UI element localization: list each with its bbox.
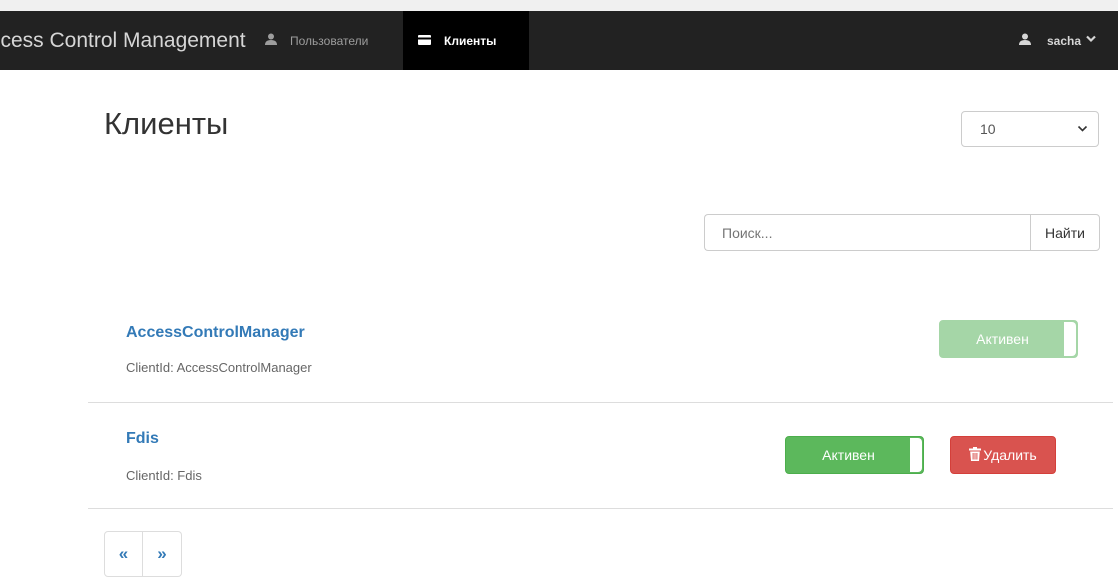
toggle-knob — [910, 438, 922, 472]
status-toggle-label: Активен — [822, 447, 875, 463]
page-size-select[interactable]: 10 — [961, 111, 1099, 147]
pagination-next[interactable]: » — [143, 531, 182, 577]
nav-item-clients[interactable]: Клиенты — [403, 11, 529, 70]
status-toggle[interactable]: Активен — [939, 320, 1078, 358]
top-border — [0, 0, 1118, 11]
client-name-link[interactable]: AccessControlManager — [126, 324, 305, 342]
client-row: Fdis ClientId: Fdis Активен Удалить — [88, 420, 1113, 508]
navbar: ccess Control Management Пользователи Кл… — [0, 11, 1118, 70]
chevron-down-icon — [1077, 112, 1088, 160]
chevron-down-icon — [1086, 35, 1096, 46]
search-bar: Найти — [704, 214, 1100, 251]
status-toggle[interactable]: Активен — [785, 436, 924, 474]
trash-icon — [969, 446, 982, 464]
search-input[interactable] — [704, 214, 1030, 251]
client-id: ClientId: AccessControlManager — [126, 360, 312, 375]
client-row: AccessControlManager ClientId: AccessCon… — [88, 316, 1113, 402]
nav-users-label: Пользователи — [290, 33, 369, 48]
row-divider — [88, 508, 1113, 509]
status-toggle-label: Активен — [976, 331, 1029, 347]
search-button[interactable]: Найти — [1030, 214, 1100, 251]
pagination: « » — [104, 531, 182, 577]
nav-item-users[interactable]: Пользователи — [265, 11, 368, 70]
pagination-prev[interactable]: « — [104, 531, 143, 577]
row-divider — [88, 402, 1113, 403]
client-id: ClientId: Fdis — [126, 468, 202, 483]
delete-button-label: Удалить — [983, 447, 1037, 463]
user-icon — [1018, 33, 1031, 48]
toggle-knob — [1064, 322, 1076, 356]
nav-clients-label: Клиенты — [444, 33, 497, 48]
delete-button[interactable]: Удалить — [950, 436, 1056, 474]
page-size-value: 10 — [980, 121, 996, 137]
username-label: sacha — [1046, 33, 1081, 48]
brand-title[interactable]: ccess Control Management — [0, 11, 246, 70]
user-icon — [265, 33, 277, 48]
page-title: Клиенты — [104, 106, 229, 141]
credit-card-icon — [418, 34, 431, 48]
client-name-link[interactable]: Fdis — [126, 430, 159, 448]
user-menu[interactable]: sacha — [1018, 11, 1096, 70]
